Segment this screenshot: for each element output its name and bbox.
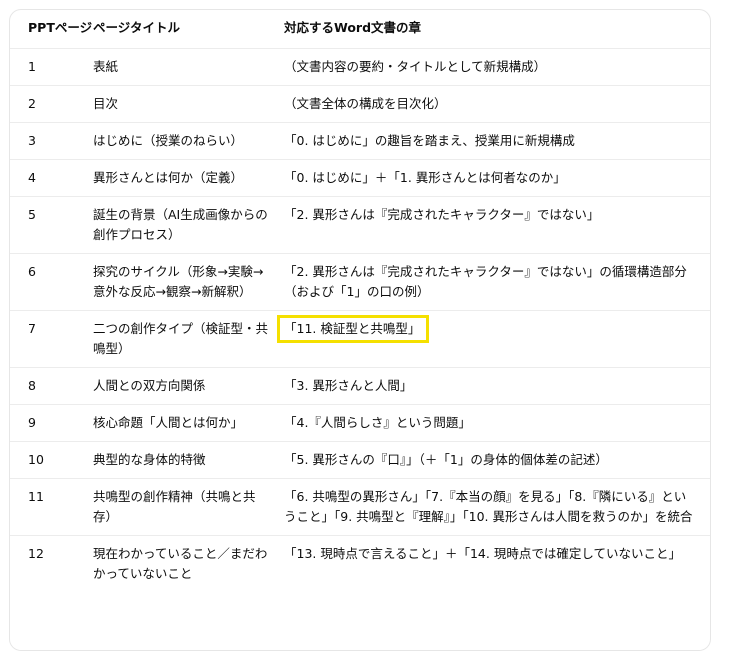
cell-page: 5 <box>28 206 36 222</box>
table-row: 12 現在わかっていること／まだわかっていないこと 「13. 現時点で言えること… <box>10 535 710 592</box>
table-row: 6 探究のサイクル（形象→実験→意外な反応→観察→新解釈） 「2. 異形さんは『… <box>10 253 710 310</box>
cell-page: 1 <box>28 58 36 74</box>
table-row: 10 典型的な身体的特徴 「5. 異形さんの『口』」（＋「1」の身体的個体差の記… <box>10 441 710 478</box>
mapping-table-card: PPTページ ページタイトル 対応するWord文書の章 1 表紙 （文書内容の要… <box>9 9 711 651</box>
cell-title: 探究のサイクル（形象→実験→意外な反応→観察→新解釈） <box>93 263 264 299</box>
cell-page: 3 <box>28 132 36 148</box>
cell-title: 目次 <box>93 95 119 111</box>
cell-chapter: 「6. 共鳴型の異形さん」「7.『本当の顔』を見る」「8.『隣にいる』ということ… <box>284 488 693 524</box>
cell-chapter: （文書全体の構成を目次化） <box>284 95 447 111</box>
cell-title: 核心命題「人間とは何か」 <box>93 414 244 430</box>
cell-page: 4 <box>28 169 36 185</box>
cell-chapter: 「0. はじめに」の趣旨を踏まえ、授業用に新規構成 <box>284 132 575 148</box>
cell-page: 11 <box>28 488 44 504</box>
cell-chapter: 「5. 異形さんの『口』」（＋「1」の身体的個体差の記述） <box>284 451 608 467</box>
table-row: 8 人間との双方向関係 「3. 異形さんと人間」 <box>10 367 710 404</box>
cell-page: 2 <box>28 95 36 111</box>
cell-title: 異形さんとは何か（定義） <box>93 169 244 185</box>
table-row-highlighted: 7 二つの創作タイプ（検証型・共鳴型） 「11. 検証型と共鳴型」 <box>10 310 710 367</box>
cell-title: 現在わかっていること／まだわかっていないこと <box>93 545 268 581</box>
cell-title: 共鳴型の創作精神（共鳴と共存） <box>93 488 256 524</box>
bottom-fade <box>10 622 710 650</box>
table-row: 9 核心命題「人間とは何か」 「4.『人間らしさ』という問題」 <box>10 404 710 441</box>
cell-chapter: 「11. 検証型と共鳴型」 <box>277 310 710 367</box>
table-row: 4 異形さんとは何か（定義） 「0. はじめに」＋「1. 異形さんとは何者なのか… <box>10 159 710 196</box>
header-page-title: ページタイトル <box>93 20 181 35</box>
cell-title: 二つの創作タイプ（検証型・共鳴型） <box>93 320 269 356</box>
header-ppt-page: PPTページ <box>28 20 93 35</box>
highlight-box: 「11. 検証型と共鳴型」 <box>277 314 430 343</box>
cell-page: 6 <box>28 263 36 279</box>
table-row: 5 誕生の背景（AI生成画像からの創作プロセス） 「2. 異形さんは『完成された… <box>10 196 710 253</box>
cell-chapter: 「0. はじめに」＋「1. 異形さんとは何者なのか」 <box>284 169 566 185</box>
cell-chapter: （文書内容の要約・タイトルとして新規構成） <box>284 58 547 74</box>
cell-title: 人間との双方向関係 <box>93 377 206 393</box>
cell-title: 誕生の背景（AI生成画像からの創作プロセス） <box>93 206 268 242</box>
cell-chapter: 「3. 異形さんと人間」 <box>284 377 413 393</box>
cell-title: 典型的な身体的特徴 <box>93 451 206 467</box>
cell-chapter: 「4.『人間らしさ』という問題」 <box>284 414 471 430</box>
cell-chapter: 「2. 異形さんは『完成されたキャラクター』ではない」 <box>284 206 600 222</box>
table-header-row: PPTページ ページタイトル 対応するWord文書の章 <box>10 10 710 48</box>
cell-page: 10 <box>28 451 44 467</box>
cell-page: 8 <box>28 377 36 393</box>
table-row: 3 はじめに（授業のねらい） 「0. はじめに」の趣旨を踏まえ、授業用に新規構成 <box>10 122 710 159</box>
cell-title: はじめに（授業のねらい） <box>93 132 244 148</box>
table-row: 2 目次 （文書全体の構成を目次化） <box>10 85 710 122</box>
cell-title: 表紙 <box>93 58 119 74</box>
cell-page: 12 <box>28 545 44 561</box>
cell-chapter: 「13. 現時点で言えること」＋「14. 現時点では確定していないこと」 <box>284 545 681 561</box>
header-word-chapter: 対応するWord文書の章 <box>284 20 422 35</box>
cell-page: 9 <box>28 414 36 430</box>
cell-chapter: 「2. 異形さんは『完成されたキャラクター』ではない」の循環構造部分（および「1… <box>284 263 687 299</box>
cell-page: 7 <box>28 320 36 336</box>
table-row: 1 表紙 （文書内容の要約・タイトルとして新規構成） <box>10 48 710 85</box>
mapping-table: PPTページ ページタイトル 対応するWord文書の章 1 表紙 （文書内容の要… <box>10 10 710 592</box>
table-row: 11 共鳴型の創作精神（共鳴と共存） 「6. 共鳴型の異形さん」「7.『本当の顔… <box>10 478 710 535</box>
